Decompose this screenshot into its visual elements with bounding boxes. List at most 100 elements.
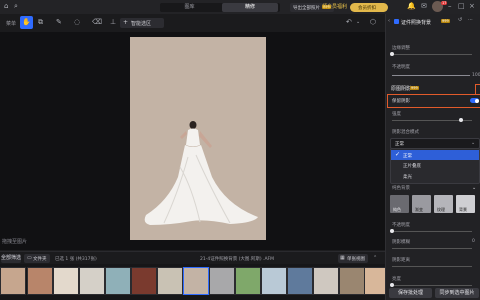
member-discount-button[interactable]: 会员折扣 [350, 3, 388, 12]
shadow-badge: 999 [410, 86, 419, 90]
message-icon[interactable]: ✉ [421, 2, 427, 11]
top-bar: ⌂ ⌕ 图库 精修 导出全部照片 999 领会员福利 会员折扣 🔔 ✉ 17 –… [0, 0, 480, 15]
blend-option-label: 正片叠底 [403, 164, 421, 169]
tab-retouch[interactable]: 精修 [222, 3, 278, 12]
folder-button[interactable]: ▭ 文件夹 [24, 254, 50, 263]
collapse-icon[interactable]: ⌃ [373, 254, 377, 263]
opacity2-label: 不透明度 [392, 223, 410, 228]
edge-adjust-slider[interactable] [392, 54, 472, 55]
thumbnail[interactable] [313, 267, 339, 295]
thumbnail[interactable] [235, 267, 261, 295]
bg-preset-label: 纯色 [393, 207, 401, 212]
intensity-label: 强度 [392, 112, 401, 117]
opacity-slider[interactable] [392, 75, 470, 76]
more-icon[interactable]: ⋯ [468, 16, 473, 25]
thumbnail[interactable] [79, 267, 105, 295]
history-dropdown-icon[interactable]: ⌄ [356, 18, 360, 27]
brightness-label: 亮度 [392, 277, 401, 282]
toggle-knob [474, 98, 479, 103]
folder-icon: ▭ [27, 255, 32, 261]
opacity2-slider[interactable] [392, 231, 472, 232]
hand-icon: ✋ [22, 18, 31, 26]
thumbnail[interactable] [157, 267, 183, 295]
tab-gallery[interactable]: 图库 [162, 3, 217, 12]
blend-option-soft-light[interactable]: 柔光 [391, 172, 479, 182]
thumbnail[interactable] [53, 267, 79, 295]
thumbnail[interactable] [209, 267, 235, 295]
thumbnail[interactable] [0, 267, 26, 295]
thumbnail[interactable] [27, 267, 53, 295]
keep-shadow-label: 保留阴影 [392, 99, 410, 104]
vip-promo-link[interactable]: 领会员福利 [322, 3, 347, 10]
reset-icon[interactable]: ↺ [458, 16, 462, 25]
eraser-icon[interactable]: ⌫ [92, 18, 102, 27]
smart-select-label: 智能选区 [131, 21, 152, 27]
hand-tool-button[interactable]: ✋ [20, 16, 33, 29]
shadow-blur-label: 阴影模糊 [392, 240, 410, 245]
close-icon[interactable]: × [469, 2, 475, 11]
maximize-icon[interactable]: □ [458, 2, 465, 11]
shadow-blur-slider[interactable] [392, 248, 472, 249]
brightness-knob[interactable] [390, 283, 394, 287]
undo-icon[interactable]: ↶ [346, 18, 352, 27]
blend-mode-dropdown: ✓ 正常 正片叠底 柔光 [390, 148, 480, 184]
bell-icon[interactable]: 🔔 [407, 2, 416, 11]
shadow-section-title: 原图阴影 [391, 86, 412, 92]
thumbnail-selected[interactable] [183, 267, 209, 295]
shadow-distance-slider[interactable] [392, 266, 472, 267]
thumbnail[interactable] [261, 267, 287, 295]
check-icon: ✓ [395, 151, 401, 158]
single-view-label: 单张视图 [347, 257, 365, 262]
plus-icon: + [123, 19, 129, 26]
panel-title: 证件照换背景 [401, 20, 432, 26]
thumbnail[interactable] [364, 267, 386, 295]
bride-figure [144, 121, 258, 225]
brush-icon[interactable]: ✎ [56, 18, 62, 27]
home-icon[interactable]: ⌂ [4, 2, 8, 11]
bg-type-label: 纯色背景 [392, 186, 410, 191]
thumbnail[interactable] [287, 267, 313, 295]
blend-option-label: 柔光 [403, 175, 412, 180]
sync-selected-button[interactable]: 同步到选中图片 [435, 288, 479, 298]
bg-preset[interactable]: 背景 [456, 195, 475, 213]
chevron-down-icon[interactable]: ⌄ [472, 185, 476, 191]
image-canvas[interactable] [0, 32, 385, 250]
enable-checkbox[interactable] [394, 19, 399, 24]
cube-icon[interactable]: ⬡ [370, 18, 376, 27]
filmstrip-header: 全部筛选 ▭ 文件夹 已选 1 张 (共317张) 21-4证件照换背景 (大图… [0, 251, 385, 265]
stamp-icon[interactable]: ⊥ [110, 18, 116, 27]
intensity-knob[interactable] [459, 118, 463, 122]
keep-shadow-toggle[interactable] [470, 98, 479, 103]
brightness-slider[interactable] [392, 285, 472, 286]
tool-bar: 菜单 ✋ ⧉ ✎ ◌ ⌫ ⊥ + 智能选区 ↶ ⌄ ⬡ [0, 14, 385, 33]
photo-preview[interactable] [130, 37, 266, 240]
back-icon[interactable]: ‹ [388, 17, 390, 26]
status-text: 拖拽至图片 [2, 239, 28, 245]
edge-adjust-label: 边缘调整 [392, 46, 410, 51]
thumbnail[interactable] [131, 267, 157, 295]
minimize-icon[interactable]: – [448, 2, 452, 11]
thumbnail[interactable] [105, 267, 131, 295]
thumbnail[interactable] [339, 267, 365, 295]
single-view-button[interactable]: ▦ 单张视图 [338, 254, 368, 263]
filter-all-button[interactable]: 全部筛选 [1, 254, 21, 263]
save-batch-button[interactable]: 保存批处理 [389, 288, 432, 298]
smart-select-button[interactable]: + 智能选区 [120, 18, 164, 28]
opacity-label: 不透明度 [392, 65, 410, 70]
edge-adjust-knob[interactable] [390, 52, 394, 56]
blend-option-multiply[interactable]: 正片叠底 [391, 161, 479, 171]
current-filename: 21-4证件照换背景 (大图.阿斯) .AFM [200, 257, 274, 262]
opacity2-knob[interactable] [390, 229, 394, 233]
blend-option-normal[interactable]: ✓ 正常 [391, 150, 479, 160]
bg-preset[interactable]: 渐变 [412, 195, 431, 213]
selection-info: 已选 1 张 (共317张) [55, 257, 97, 262]
menu-label[interactable]: 菜单 [6, 20, 16, 27]
chevron-down-icon: ⌄ [471, 140, 476, 146]
lasso-icon[interactable]: ◌ [74, 18, 80, 27]
bg-preset[interactable]: 纯色 [390, 195, 409, 213]
crop-icon[interactable]: ⧉ [38, 18, 43, 27]
bg-preset[interactable]: 纹理 [434, 195, 453, 213]
search-icon[interactable]: ⌕ [14, 2, 18, 11]
blend-option-label: 正常 [403, 154, 412, 159]
notification-badge: 17 [441, 1, 448, 5]
